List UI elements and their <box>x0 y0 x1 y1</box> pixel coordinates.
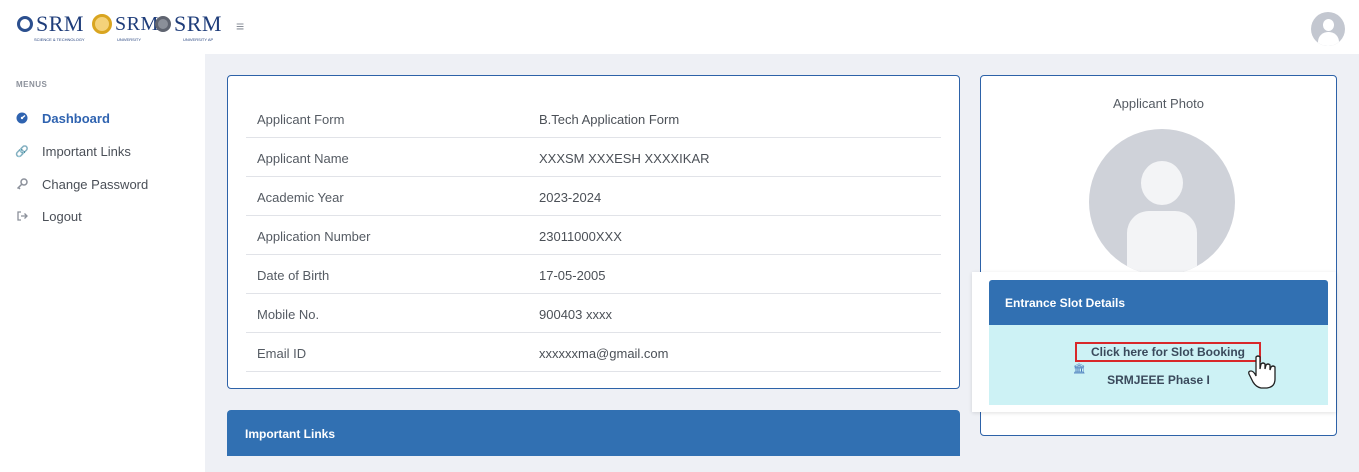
info-row: Mobile No. 900403 xxxx <box>246 294 941 333</box>
pointer-hand-icon <box>1248 355 1276 389</box>
srm-logo-3-sub: UNIVERSITY AP <box>183 37 214 42</box>
sidebar-item-dashboard[interactable]: Dashboard <box>16 108 110 128</box>
sidebar-item-change-password[interactable]: Change Password <box>16 174 148 194</box>
entrance-slot-body: Click here for Slot Booking 🏛 SRMJEEE Ph… <box>989 325 1328 405</box>
top-bar: SRM SRM SRM SCIENCE & TECHNOLOGY UNIVERS… <box>0 0 1359 54</box>
info-row: Date of Birth 17-05-2005 <box>246 255 941 294</box>
info-label: Mobile No. <box>257 307 320 322</box>
srm-logo-3: SRM <box>155 11 222 36</box>
sidebar-item-logout[interactable]: Logout <box>16 206 82 226</box>
info-row: Application Number 23011000XXX <box>246 216 941 255</box>
link-icon: 🔗 <box>15 145 29 158</box>
info-value: xxxxxxma@gmail.com <box>539 346 669 361</box>
info-row: Applicant Form B.Tech Application Form <box>246 99 941 138</box>
srm-logo-2: SRM <box>92 14 159 34</box>
info-label: Academic Year <box>257 190 344 205</box>
key-icon <box>16 178 28 190</box>
srm-logo-1-sub: SCIENCE & TECHNOLOGY <box>34 37 85 42</box>
info-value: XXXSM XXXESH XXXXIKAR <box>539 151 710 166</box>
user-avatar-icon[interactable] <box>1311 12 1345 46</box>
info-value: B.Tech Application Form <box>539 112 680 127</box>
sidebar-item-label: Important Links <box>42 143 131 159</box>
info-label: Application Number <box>257 229 371 244</box>
info-row: Email ID xxxxxxma@gmail.com <box>246 333 941 372</box>
hamburger-icon[interactable]: ≡ <box>236 19 246 33</box>
entrance-slot-title: Entrance Slot Details <box>1005 296 1126 310</box>
important-links-header: Important Links <box>227 410 960 456</box>
applicant-photo-placeholder-icon <box>1089 129 1235 275</box>
srm-gold-seal-icon <box>92 14 112 34</box>
srm-seal-icon <box>17 16 33 32</box>
important-links-title: Important Links <box>245 427 336 441</box>
applicant-details-card: Applicant Form B.Tech Application Form A… <box>227 75 960 389</box>
entrance-slot-panel: Entrance Slot Details Click here for Slo… <box>972 272 1336 412</box>
info-label: Applicant Name <box>257 151 349 166</box>
srm-logo-2-text: SRM <box>115 13 159 35</box>
srm-logo-2-sub: UNIVERSITY <box>117 37 142 42</box>
dashboard-icon <box>16 112 28 124</box>
menus-label: MENUS <box>16 80 48 89</box>
info-value: 900403 xxxx <box>539 307 612 322</box>
srm-logo-3-text: SRM <box>174 11 222 36</box>
info-row: Academic Year 2023-2024 <box>246 177 941 216</box>
info-value: 2023-2024 <box>539 190 602 205</box>
info-label: Date of Birth <box>257 268 330 283</box>
sidebar-item-label: Logout <box>42 208 82 224</box>
sidebar-item-important-links[interactable]: 🔗 Important Links <box>15 141 131 161</box>
logout-icon <box>16 210 28 222</box>
slot-booking-link[interactable]: Click here for Slot Booking <box>1075 342 1261 362</box>
info-row: Applicant Name XXXSM XXXESH XXXXIKAR <box>246 138 941 177</box>
slot-phase-label: SRMJEEE Phase I <box>1107 373 1210 387</box>
srm-logo-1: SRM <box>17 11 84 36</box>
info-value: 17-05-2005 <box>539 268 606 283</box>
srm-grey-seal-icon <box>155 16 171 32</box>
info-label: Applicant Form <box>257 112 345 127</box>
sidebar: MENUS Dashboard 🔗 Important Links Change… <box>0 54 205 472</box>
info-value: 23011000XXX <box>539 229 622 244</box>
sidebar-item-label: Dashboard <box>42 110 110 126</box>
applicant-photo-label: Applicant Photo <box>1112 96 1205 111</box>
srm-logo-1-text: SRM <box>36 11 84 36</box>
info-label: Email ID <box>257 346 307 361</box>
entrance-slot-header: Entrance Slot Details <box>989 280 1328 325</box>
sidebar-item-label: Change Password <box>42 176 149 192</box>
